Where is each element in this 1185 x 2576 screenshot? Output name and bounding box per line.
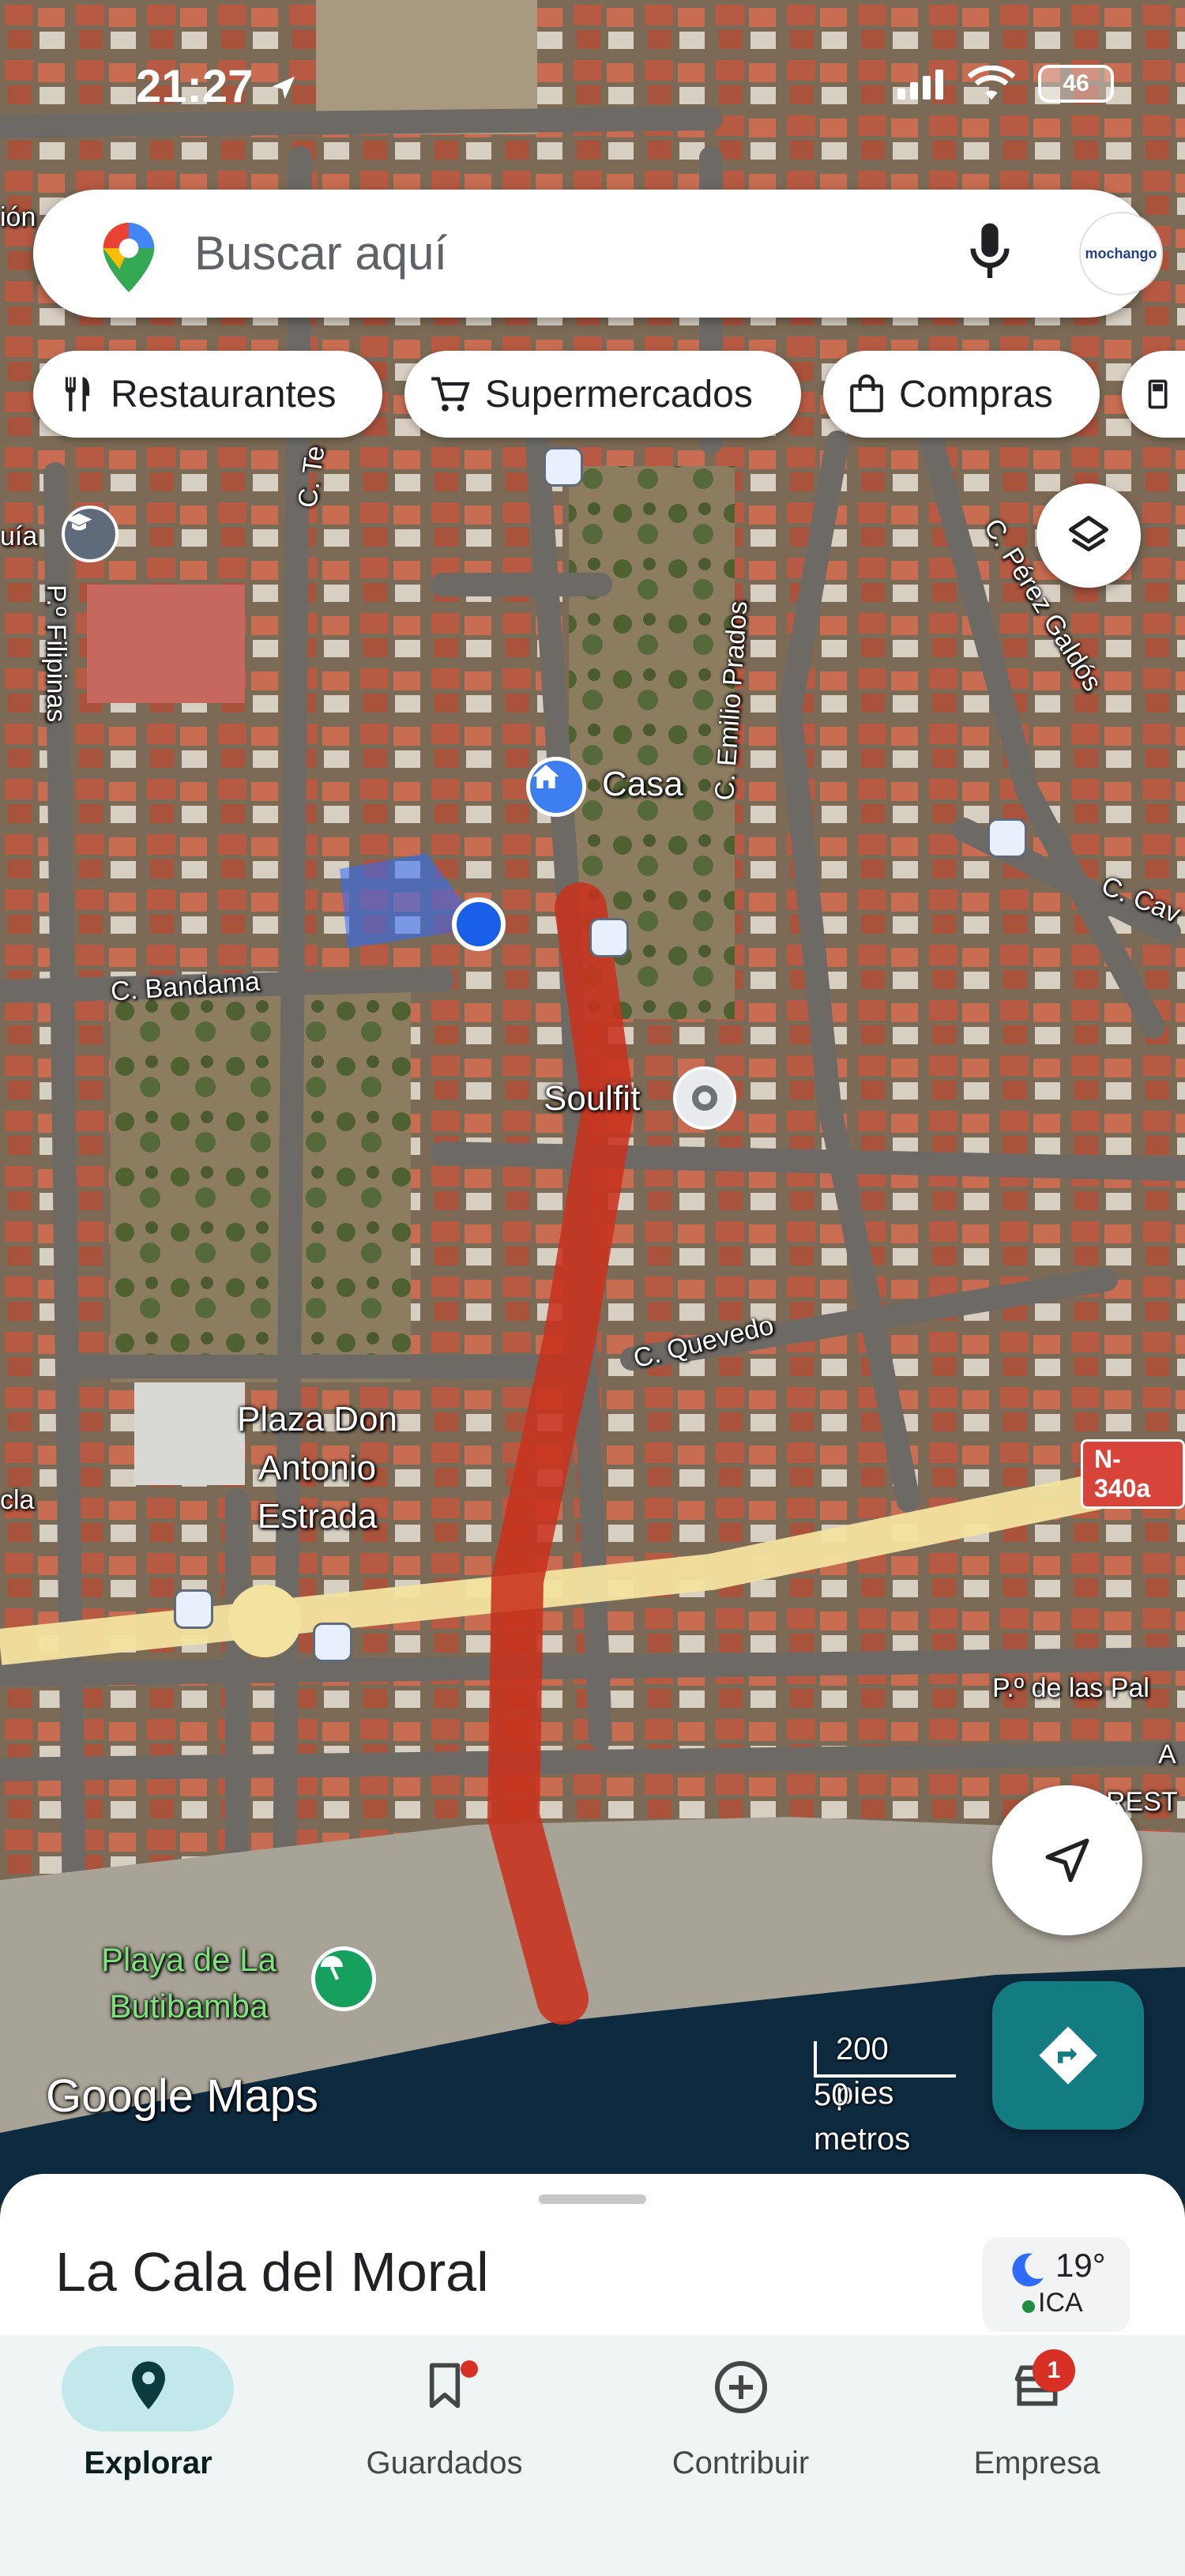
home-icon bbox=[532, 765, 559, 788]
bottom-navigation: Explorar Guardados Contribuir 1 Empresa bbox=[0, 2335, 1185, 2576]
nav-business[interactable]: 1 Empresa bbox=[889, 2335, 1185, 2509]
google-maps-logo: Google Maps bbox=[46, 2070, 318, 2122]
location-arrow-icon bbox=[272, 76, 295, 100]
fork-knife-icon bbox=[65, 377, 90, 412]
battery-indicator: 46 bbox=[1038, 65, 1114, 103]
pin-icon bbox=[692, 1085, 717, 1111]
status-bar: 21:27 46 bbox=[0, 55, 1185, 118]
street-label-edge: ión bbox=[0, 202, 36, 232]
street-label-edge: uía bbox=[0, 521, 38, 551]
street-label-edge: cla bbox=[0, 1485, 35, 1515]
search-bar[interactable]: Buscar aquí mochango bbox=[33, 190, 1163, 318]
place-label-plaza[interactable]: Plaza Don Antonio Estrada bbox=[237, 1395, 397, 1541]
directions-icon bbox=[1039, 2026, 1097, 2085]
weather-temperature: 19° bbox=[1055, 2247, 1106, 2284]
graduation-cap-icon bbox=[66, 513, 92, 531]
notification-dot bbox=[461, 2360, 478, 2378]
chip-label: Supermercados bbox=[485, 373, 753, 416]
place-marker-soulfit[interactable] bbox=[673, 1066, 736, 1130]
gas-station-icon bbox=[1148, 379, 1168, 409]
bus-stop-icon[interactable] bbox=[313, 1623, 352, 1662]
moon-icon bbox=[1012, 2253, 1044, 2287]
chip-shopping[interactable]: Compras bbox=[823, 351, 1100, 438]
bus-stop-icon[interactable] bbox=[988, 818, 1027, 858]
cart-icon bbox=[431, 377, 470, 412]
home-marker[interactable] bbox=[526, 757, 586, 817]
chip-restaurants[interactable]: Restaurantes bbox=[33, 351, 382, 438]
air-quality-label: ICA bbox=[1038, 2288, 1083, 2318]
bookmark-icon bbox=[429, 2363, 460, 2409]
street-label-palmeras: P.º de las Pal bbox=[992, 1673, 1149, 1703]
signal-icon bbox=[897, 70, 943, 100]
chip-gas-station[interactable] bbox=[1122, 351, 1185, 438]
street-label-filipinas: P.º Filipinas bbox=[41, 585, 71, 723]
recenter-button[interactable] bbox=[992, 1785, 1142, 1935]
add-circle-icon bbox=[714, 2361, 767, 2413]
place-label-beach[interactable]: Playa de La Butibamba bbox=[101, 1937, 276, 2030]
air-quality-dot bbox=[1022, 2300, 1035, 2313]
account-avatar[interactable]: mochango bbox=[1079, 212, 1163, 295]
nav-contribute[interactable]: Contribuir bbox=[592, 2335, 889, 2509]
place-label-soulfit[interactable]: Soulfit bbox=[544, 1074, 640, 1123]
chip-label: Restaurantes bbox=[111, 373, 337, 416]
chip-supermarkets[interactable]: Supermercados bbox=[404, 351, 801, 438]
nav-label: Guardados bbox=[366, 2446, 523, 2480]
nav-saved[interactable]: Guardados bbox=[296, 2335, 592, 2509]
status-time: 21:27 bbox=[136, 61, 254, 112]
nav-explore[interactable]: Explorar bbox=[0, 2335, 296, 2509]
area-title: La Cala del Moral bbox=[55, 2241, 489, 2303]
highway-shield: N-340a bbox=[1081, 1439, 1185, 1509]
directions-button[interactable] bbox=[992, 1981, 1144, 2130]
navigation-arrow-icon bbox=[1045, 1838, 1089, 1882]
microphone-icon[interactable] bbox=[964, 221, 1016, 284]
bus-stop-icon[interactable] bbox=[544, 447, 583, 487]
street-label-edge: A bbox=[1158, 1739, 1176, 1769]
search-input[interactable]: Buscar aquí bbox=[194, 226, 447, 280]
place-label-casa[interactable]: Casa bbox=[602, 760, 683, 809]
chip-label: Compras bbox=[899, 373, 1053, 416]
sheet-drag-handle[interactable] bbox=[539, 2194, 646, 2204]
nav-label: Empresa bbox=[973, 2446, 1100, 2480]
bus-stop-icon[interactable] bbox=[174, 1589, 213, 1629]
notification-badge: 1 bbox=[1033, 2349, 1075, 2392]
layers-icon bbox=[1069, 516, 1108, 551]
shopping-bag-icon bbox=[850, 374, 883, 412]
beach-marker[interactable] bbox=[311, 1946, 376, 2011]
scale-metric: 50 metros bbox=[814, 2078, 911, 2157]
bus-stop-icon[interactable] bbox=[589, 918, 629, 957]
nav-label: Contribuir bbox=[672, 2446, 810, 2480]
category-chips: Restaurantes Supermercados Compras bbox=[33, 351, 1185, 439]
my-location-dot bbox=[452, 897, 506, 951]
weather-chip[interactable]: 19° ICA bbox=[983, 2237, 1130, 2332]
location-pin-icon bbox=[131, 2361, 165, 2409]
wifi-icon bbox=[967, 66, 1016, 100]
nav-label: Explorar bbox=[84, 2446, 213, 2480]
layers-button[interactable] bbox=[1036, 483, 1141, 588]
umbrella-icon bbox=[321, 1956, 343, 1980]
google-maps-pin-icon bbox=[103, 223, 155, 292]
school-marker[interactable] bbox=[62, 506, 118, 562]
